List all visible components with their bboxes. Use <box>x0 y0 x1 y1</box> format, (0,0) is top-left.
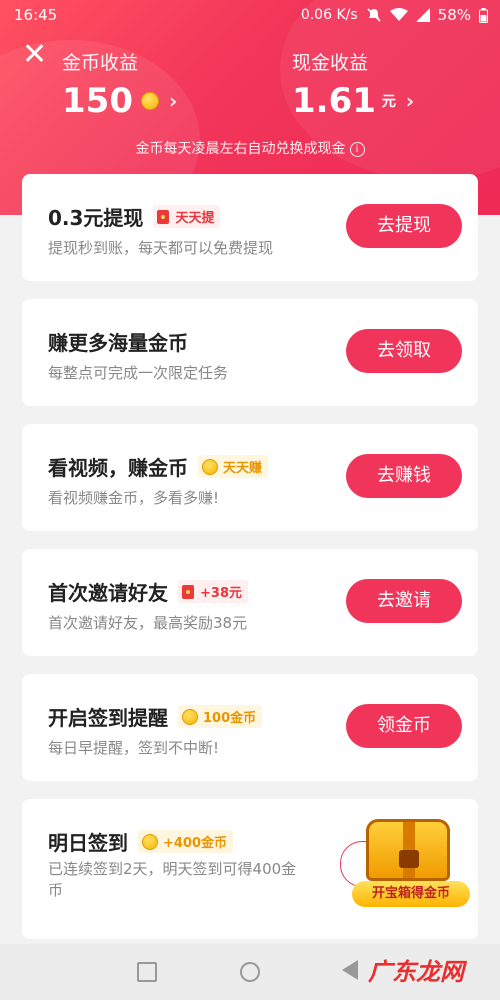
task-badge: +38元 <box>178 580 248 603</box>
task-badge-text: +400金币 <box>163 836 228 851</box>
wifi-icon <box>389 8 408 21</box>
task-badge: +400金币 <box>138 830 234 853</box>
coin-icon <box>202 458 218 475</box>
signal-icon <box>415 8 430 22</box>
earn-button[interactable]: 去赚钱 <box>346 454 462 498</box>
cash-earnings[interactable]: 现金收益 1.61 元 › <box>292 48 414 121</box>
recent-apps-icon[interactable] <box>137 962 157 982</box>
status-time: 16:45 <box>14 6 58 24</box>
home-icon[interactable] <box>240 962 260 982</box>
coin-earnings[interactable]: 金币收益 150 › <box>62 48 177 121</box>
task-title: 看视频，赚金币 <box>48 456 188 480</box>
cash-earnings-value: 1.61 <box>292 81 376 121</box>
task-desc-line: 已连续签到2天，明天签到可得400金 <box>48 860 297 878</box>
task-badge-text: +38元 <box>200 586 242 601</box>
task-title: 开启签到提醒 <box>48 706 168 730</box>
task-desc: 每日早提醒，签到不中断! <box>48 739 220 757</box>
task-card-invite: 首次邀请好友 +38元 首次邀请好友，最高奖励38元 去邀请 <box>22 549 478 656</box>
red-envelope-icon <box>157 209 170 224</box>
exchange-note-text: 金币每天凌晨左右自动兑换成现金 <box>135 141 346 157</box>
task-badge-text: 100金币 <box>203 711 257 726</box>
chevron-right-icon: › <box>168 89 178 113</box>
task-card-more-coins: 赚更多海量金币 每整点可完成一次限定任务 去领取 <box>22 299 478 406</box>
status-bar: 16:45 0.06 K/s 58% <box>0 0 500 32</box>
back-icon[interactable] <box>342 960 358 980</box>
task-card-checkin-tomorrow: 明日签到 +400金币 已连续签到2天，明天签到可得400金 币 去 开宝箱得金… <box>22 799 478 939</box>
coin-icon <box>142 833 158 850</box>
chest-lock <box>399 850 419 868</box>
red-envelope-icon <box>182 584 194 599</box>
battery-level: 58% <box>437 6 471 24</box>
coin-icon <box>182 708 198 725</box>
info-icon[interactable]: i <box>349 142 365 157</box>
task-title: 首次邀请好友 <box>48 581 168 605</box>
treasure-chest-widget[interactable]: 开宝箱得金币 <box>352 819 472 911</box>
task-desc: 提现秒到账，每天都可以免费提现 <box>48 239 274 257</box>
cash-earnings-label: 现金收益 <box>292 52 369 74</box>
task-card-checkin-reminder: 开启签到提醒 100金币 每日早提醒，签到不中断! 领金币 <box>22 674 478 781</box>
exchange-note: 金币每天凌晨左右自动兑换成现金 i <box>0 138 500 158</box>
close-icon[interactable]: ✕ <box>22 40 47 70</box>
task-desc: 首次邀请好友，最高奖励38元 <box>48 614 248 632</box>
coin-icon <box>140 92 159 110</box>
task-badge-text: 天天提 <box>175 211 215 226</box>
task-desc: 看视频赚金币，多看多赚! <box>48 489 220 507</box>
task-desc: 每整点可完成一次限定任务 <box>48 364 229 382</box>
task-title: 赚更多海量金币 <box>48 331 188 355</box>
battery-icon <box>479 7 488 23</box>
task-badge: 天天提 <box>153 205 221 228</box>
coin-earnings-value: 150 <box>62 81 133 121</box>
coin-earnings-label: 金币收益 <box>62 52 139 74</box>
task-title: 0.3元提现 <box>48 206 144 230</box>
treasure-chest-icon <box>366 819 450 881</box>
watermark: 广东龙网 <box>368 958 464 986</box>
invite-button[interactable]: 去邀请 <box>346 579 462 623</box>
net-speed: 0.06 K/s <box>300 7 358 23</box>
treasure-chest-label: 开宝箱得金币 <box>352 881 470 907</box>
task-card-withdraw: 0.3元提现 天天提 提现秒到账，每天都可以免费提现 去提现 <box>22 174 478 281</box>
get-coins-button[interactable]: 领金币 <box>346 704 462 748</box>
task-badge: 100金币 <box>178 705 263 728</box>
task-card-watch-video: 看视频，赚金币 天天赚 看视频赚金币，多看多赚! 去赚钱 <box>22 424 478 531</box>
chevron-right-icon: › <box>405 89 415 113</box>
mute-icon <box>367 8 381 22</box>
task-badge-text: 天天赚 <box>223 461 263 476</box>
task-desc-line: 币 <box>48 881 64 899</box>
withdraw-button[interactable]: 去提现 <box>346 204 462 248</box>
claim-button[interactable]: 去领取 <box>346 329 462 373</box>
cash-unit: 元 <box>381 94 396 110</box>
task-desc: 已连续签到2天，明天签到可得400金 币 <box>48 859 296 901</box>
task-title: 明日签到 <box>48 831 128 855</box>
task-badge: 天天赚 <box>198 455 269 478</box>
